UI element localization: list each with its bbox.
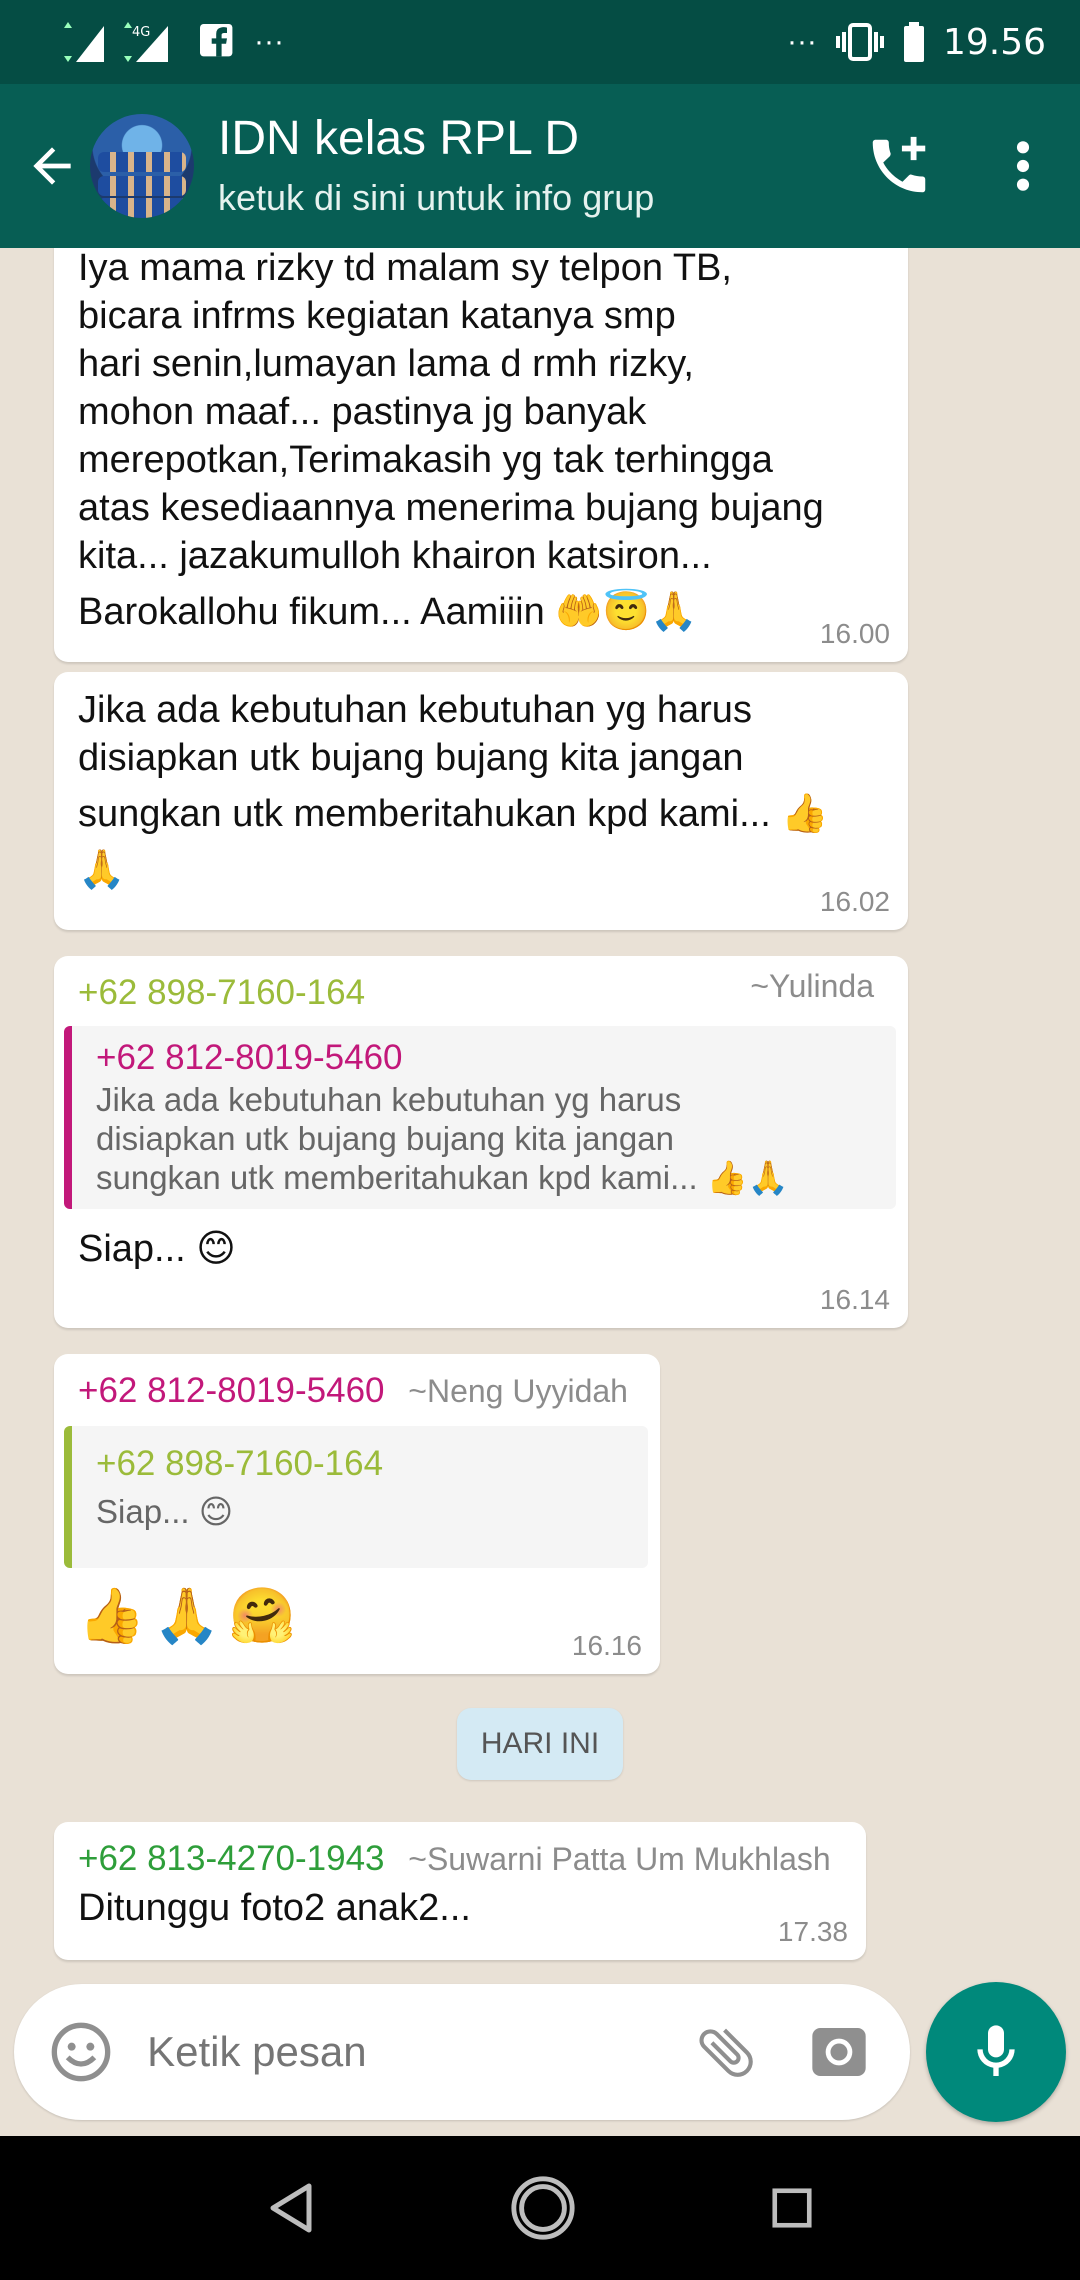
paperclip-icon: [699, 2028, 753, 2077]
quoted-line: Jika ada kebutuhan kebutuhan yg harus: [96, 1081, 682, 1118]
arrow-back-icon: [33, 147, 71, 185]
message-text: 👍🙏🤗: [78, 1586, 304, 1646]
network-type-label: 4G: [132, 25, 150, 40]
group-subtitle: ketuk di sini untuk info grup: [218, 177, 655, 218]
smiley-icon: [51, 2022, 110, 2082]
message-line: disiapkan utk bujang bujang kita jangan: [78, 737, 744, 779]
quoted-message[interactable]: +62 898-7160-164 Siap... 😊: [64, 1426, 648, 1568]
nav-back-icon[interactable]: [265, 2180, 317, 2236]
message-input[interactable]: [147, 2028, 689, 2076]
camera-button[interactable]: [801, 2012, 876, 2092]
message-line: Jika ada kebutuhan kebutuhan yg harus: [78, 689, 752, 731]
chat-area[interactable]: Iya mama rizky td malam sy telpon TB, bi…: [0, 248, 1080, 1980]
message-sender[interactable]: +62 812-8019-5460 ~Neng Uyyidah: [64, 1368, 648, 1414]
message-bubble[interactable]: Jika ada kebutuhan kebutuhan yg harus di…: [54, 672, 908, 930]
message-text: Siap... 😊: [78, 1228, 236, 1270]
message-bubble[interactable]: +62 898-7160-164 ~Yulinda +62 812-8019-5…: [54, 956, 908, 1328]
status-more-indicator: ···: [254, 25, 284, 58]
microphone-icon: [977, 2025, 1015, 2076]
message-line: Barokallohu fikum... Aamiiin 🤲😇🙏: [78, 591, 698, 633]
message-sender-number: +62 813-4270-1943: [78, 1839, 385, 1878]
quoted-line: disiapkan utk bujang bujang kita jangan: [96, 1120, 674, 1157]
message-line: merepotkan,Terimakasih yg tak terhingga: [78, 439, 773, 481]
message-sender-alias: ~Yulinda: [750, 968, 874, 1004]
status-left: 4G ···: [60, 22, 284, 62]
message-line: bicara infrms kegiatan katanya smp: [78, 295, 676, 337]
status-bar: 4G ··· ··· 19.56: [0, 0, 1080, 84]
message-sender-alias: ~Suwarni Patta Um Mukhlash: [408, 1841, 831, 1877]
group-title: IDN kelas RPL D: [218, 112, 579, 165]
message-line: Iya mama rizky td malam sy telpon TB,: [78, 248, 732, 289]
signal-icon: [64, 22, 104, 62]
message-line: kita... jazakumulloh khairon katsiron...: [78, 535, 712, 577]
quoted-message[interactable]: +62 812-8019-5460 Jika ada kebutuhan keb…: [64, 1026, 896, 1209]
message-time: 16.16: [571, 1630, 642, 1661]
message-sender[interactable]: +62 813-4270-1943 ~Suwarni Patta Um Mukh…: [78, 1836, 842, 1882]
battery-icon: [903, 22, 924, 62]
message-line: mohon maaf... pastinya jg banyak: [78, 391, 647, 433]
attach-button[interactable]: [688, 2012, 763, 2092]
vibrate-icon: [835, 23, 884, 61]
nav-recents-icon[interactable]: [769, 2185, 815, 2231]
message-time: 16.02: [819, 886, 890, 917]
message-bubble[interactable]: +62 812-8019-5460 ~Neng Uyyidah +62 898-…: [54, 1354, 660, 1674]
status-right: ··· 19.56: [787, 22, 1046, 63]
message-time: 16.00: [819, 618, 890, 649]
system-nav-bar: [0, 2136, 1080, 2280]
quoted-sender: +62 812-8019-5460: [96, 1038, 403, 1077]
status-dots: ···: [786, 25, 817, 58]
emoji-button[interactable]: [44, 2013, 117, 2091]
back-button[interactable]: [4, 84, 100, 248]
message-line: 🙏: [78, 849, 126, 891]
group-info[interactable]: IDN kelas RPL D ketuk di sini untuk info…: [218, 111, 854, 221]
clock: 19.56: [942, 21, 1046, 63]
message-line: hari senin,lumayan lama d rmh rizky,: [78, 343, 694, 385]
message-line: atas kesediaannya menerima bujang bujang: [78, 487, 824, 529]
signal-4g-icon: 4G: [124, 22, 168, 62]
voice-record-button[interactable]: [926, 1982, 1066, 2122]
message-line: sungkan utk memberitahukan kpd kami... 👍: [78, 793, 829, 835]
chat-header[interactable]: IDN kelas RPL D ketuk di sini untuk info…: [0, 84, 1080, 248]
more-vert-icon: [1016, 141, 1030, 191]
group-avatar[interactable]: [90, 114, 194, 218]
more-options-button[interactable]: [978, 121, 1068, 211]
phone-add-icon: [872, 136, 926, 193]
message-sender-number: +62 812-8019-5460: [78, 1371, 385, 1410]
add-call-button[interactable]: [854, 121, 944, 211]
message-bubble[interactable]: +62 813-4270-1943 ~Suwarni Patta Um Mukh…: [54, 1822, 866, 1960]
message-text: Ditunggu foto2 anak2...: [78, 1887, 471, 1929]
message-time: 16.14: [819, 1284, 890, 1315]
day-divider: HARI INI: [457, 1708, 623, 1780]
quoted-line: Siap... 😊: [96, 1493, 234, 1530]
facebook-icon: [200, 24, 233, 57]
nav-home-icon[interactable]: [508, 2173, 578, 2243]
message-composer[interactable]: [14, 1984, 910, 2120]
message-sender-alias: ~Neng Uyyidah: [408, 1373, 628, 1409]
camera-icon: [811, 2028, 866, 2076]
quoted-sender: +62 898-7160-164: [96, 1444, 384, 1483]
quoted-line: sungkan utk memberitahukan kpd kami... 👍…: [96, 1159, 789, 1196]
message-time: 17.38: [777, 1916, 848, 1947]
message-bubble[interactable]: Iya mama rizky td malam sy telpon TB, bi…: [54, 248, 908, 662]
